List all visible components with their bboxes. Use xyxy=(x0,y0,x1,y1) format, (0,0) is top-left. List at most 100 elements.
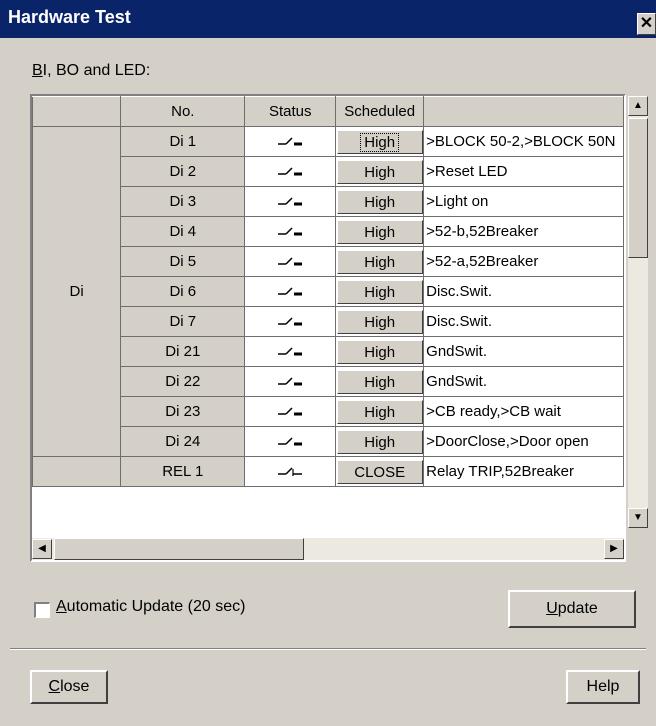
row-number-cell: Di 21 xyxy=(120,336,246,367)
switch-open-icon xyxy=(276,403,304,420)
scroll-down-arrow-icon[interactable]: ▼ xyxy=(628,508,648,528)
horizontal-scroll-thumb[interactable] xyxy=(54,538,304,560)
description-cell: Disc.Swit. xyxy=(423,276,624,307)
description-cell: >CB ready,>CB wait xyxy=(423,396,624,427)
scheduled-cell: CLOSE xyxy=(335,456,425,487)
status-cell xyxy=(244,156,337,187)
status-cell xyxy=(244,456,337,487)
scheduled-cell: High xyxy=(335,156,425,187)
scheduled-button-label: High xyxy=(364,343,396,361)
switch-open-icon xyxy=(276,193,304,210)
table-row: Di 4 High >52-b,52Breaker xyxy=(33,216,624,247)
row-number-cell: Di 1 xyxy=(120,126,246,157)
scheduled-button[interactable]: High xyxy=(336,129,423,154)
scheduled-button-label: High xyxy=(364,433,396,451)
table-row: Di 24 High >DoorClose,>Door open xyxy=(33,426,624,457)
switch-open-icon xyxy=(276,133,304,150)
vertical-scrollbar[interactable]: ▲ ▼ xyxy=(628,96,648,528)
table-row: Di 7 High Disc.Swit. xyxy=(33,306,624,337)
horizontal-scrollbar[interactable]: ◀ ▶ xyxy=(32,538,624,560)
column-header-group xyxy=(31,96,122,127)
switch-open-icon xyxy=(276,343,304,360)
scheduled-button[interactable]: High xyxy=(336,309,423,334)
row-number-cell: Di 3 xyxy=(120,186,246,217)
automatic-update-checkbox[interactable] xyxy=(34,602,50,618)
io-table: No. Status Scheduled Di Di 1 High >BLOCK 50-2,… xyxy=(31,96,624,487)
scheduled-button[interactable]: High xyxy=(336,339,423,364)
row-number-cell: Di 6 xyxy=(120,276,246,307)
scheduled-cell: High xyxy=(335,306,425,337)
switch-open-icon xyxy=(276,373,304,390)
scheduled-cell: High xyxy=(335,426,425,457)
description-cell: >Reset LED xyxy=(423,156,624,187)
scheduled-cell: High xyxy=(335,246,425,277)
scheduled-button-label: High xyxy=(364,403,396,421)
scheduled-button[interactable]: High xyxy=(336,159,423,184)
hardware-test-dialog: Hardware Test ✕ BI, BO and LED: No. Statu… xyxy=(0,0,656,726)
update-button[interactable]: Update xyxy=(508,590,636,628)
status-cell xyxy=(244,306,337,337)
scheduled-cell: High xyxy=(335,396,425,427)
scroll-up-arrow-icon[interactable]: ▲ xyxy=(628,96,648,116)
table-row: Di Di 1 High >BLOCK 50-2,>BLOCK 50N xyxy=(31,126,624,457)
description-cell: GndSwit. xyxy=(423,366,624,397)
status-cell xyxy=(244,396,337,427)
status-cell xyxy=(244,426,337,457)
divider xyxy=(10,648,646,650)
row-number-cell: Di 7 xyxy=(120,306,246,337)
scheduled-button[interactable]: High xyxy=(336,429,423,454)
row-number-cell: Di 2 xyxy=(120,156,246,187)
scheduled-cell: High xyxy=(335,366,425,397)
column-header-description xyxy=(423,96,624,127)
scheduled-cell: High xyxy=(335,126,425,157)
table-row: Di 3 High >Light on xyxy=(33,186,624,217)
switch-open-icon xyxy=(276,283,304,300)
description-cell: Disc.Swit. xyxy=(423,306,624,337)
scheduled-button[interactable]: CLOSE xyxy=(336,459,423,484)
scheduled-button[interactable]: High xyxy=(336,369,423,394)
row-number-cell: Di 22 xyxy=(120,366,246,397)
scheduled-cell: High xyxy=(335,216,425,247)
column-header-status: Status xyxy=(244,96,337,127)
table-row: Di 6 High Disc.Swit. xyxy=(33,276,624,307)
table-row: Di 2 High >Reset LED xyxy=(33,156,624,187)
group-cell-di: Di xyxy=(31,126,122,457)
table-row: Di 21 High GndSwit. xyxy=(33,336,624,367)
close-icon: ✕ xyxy=(639,15,654,32)
help-button[interactable]: Help xyxy=(566,670,640,704)
status-cell xyxy=(244,186,337,217)
row-number-cell: Di 24 xyxy=(120,426,246,457)
description-cell: Relay TRIP,52Breaker xyxy=(423,456,624,487)
scheduled-cell: High xyxy=(335,186,425,217)
scheduled-button[interactable]: High xyxy=(336,399,423,424)
table-header-row: No. Status Scheduled xyxy=(31,96,624,127)
status-cell xyxy=(244,216,337,247)
row-number-cell: Di 4 xyxy=(120,216,246,247)
description-cell: >DoorClose,>Door open xyxy=(423,426,624,457)
switch-open-icon xyxy=(276,313,304,330)
scheduled-button-label: High xyxy=(364,253,396,271)
switch-open-icon xyxy=(276,223,304,240)
close-button[interactable]: Close xyxy=(30,670,108,704)
scroll-left-arrow-icon[interactable]: ◀ xyxy=(32,539,52,559)
scheduled-cell: High xyxy=(335,276,425,307)
vertical-scroll-thumb[interactable] xyxy=(628,118,648,258)
column-header-scheduled: Scheduled xyxy=(335,96,425,127)
description-cell: >52-b,52Breaker xyxy=(423,216,624,247)
row-number-cell: Di 5 xyxy=(120,246,246,277)
close-window-button[interactable]: ✕ xyxy=(637,13,656,35)
scheduled-button[interactable]: High xyxy=(336,189,423,214)
scheduled-button[interactable]: High xyxy=(336,249,423,274)
scheduled-button[interactable]: High xyxy=(336,219,423,244)
scheduled-button-label: High xyxy=(364,163,396,181)
window-title: Hardware Test xyxy=(8,7,131,27)
automatic-update-label: Automatic Update (20 sec) xyxy=(56,598,246,615)
column-header-no: No. xyxy=(120,96,246,127)
status-cell xyxy=(244,126,337,157)
status-cell xyxy=(244,336,337,367)
scroll-right-arrow-icon[interactable]: ▶ xyxy=(604,539,624,559)
description-cell: GndSwit. xyxy=(423,336,624,367)
io-grid: No. Status Scheduled Di Di 1 High >BLOCK 50-2,… xyxy=(30,94,648,562)
scheduled-button[interactable]: High xyxy=(336,279,423,304)
row-number-cell: Di 23 xyxy=(120,396,246,427)
